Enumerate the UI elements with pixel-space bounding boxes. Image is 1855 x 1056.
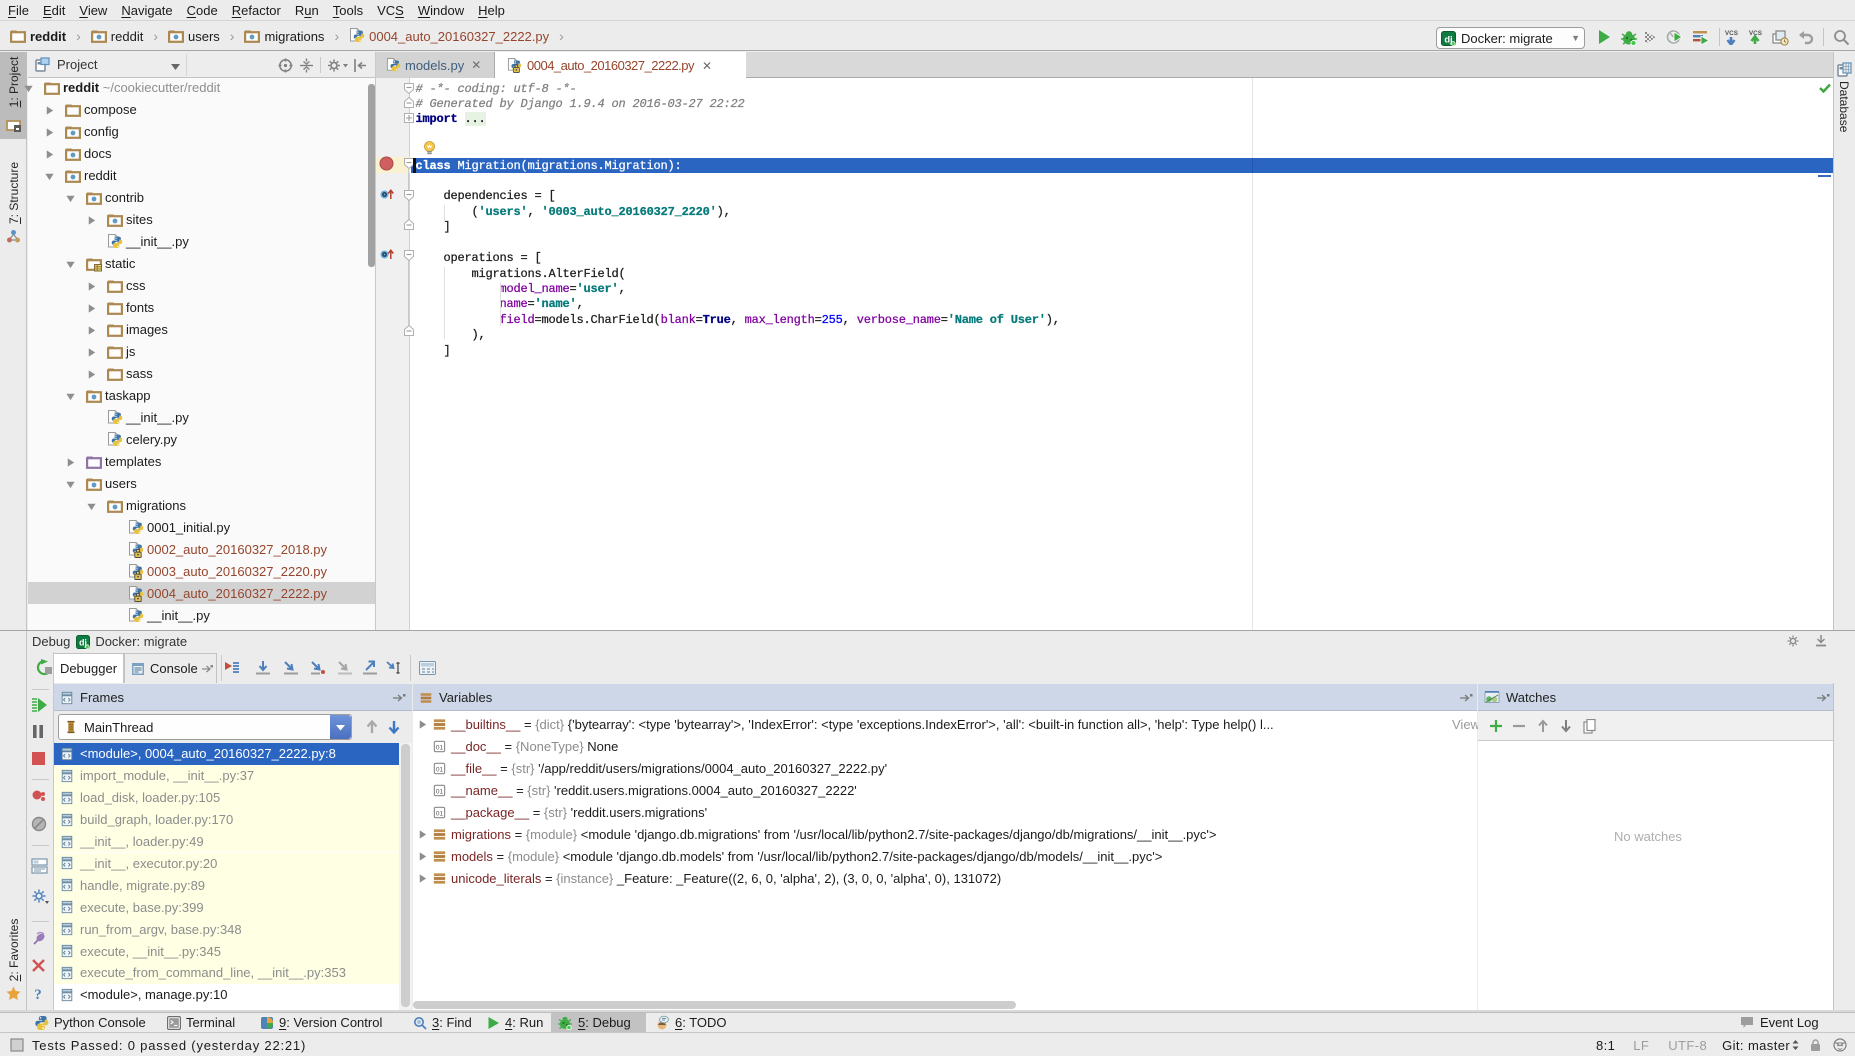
svg-text:?: ? — [34, 987, 42, 1001]
svg-text:VCS: VCS — [1725, 30, 1739, 37]
